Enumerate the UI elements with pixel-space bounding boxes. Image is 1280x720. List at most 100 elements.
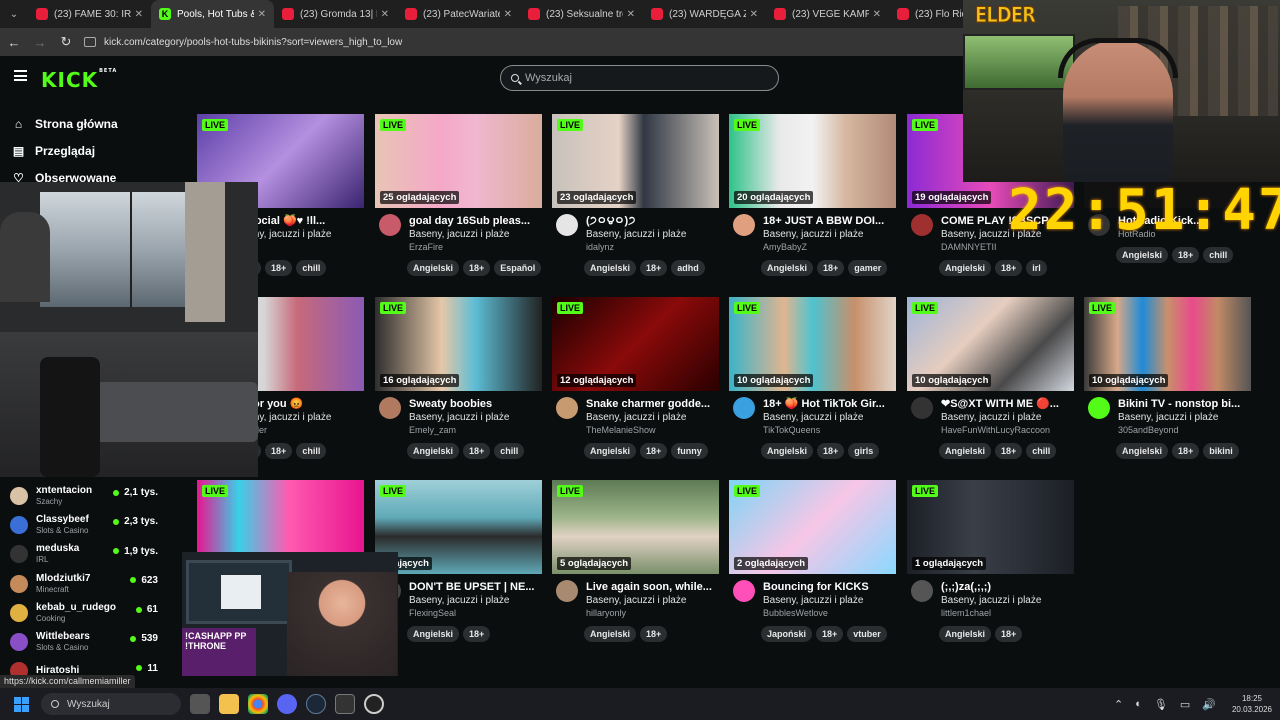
stream-thumbnail[interactable]: LIVE 12 oglądających xyxy=(552,297,719,391)
stream-title[interactable]: DON'T BE UPSET | NE... xyxy=(409,580,541,594)
stream-category[interactable]: Baseny, jacuzzi i plaże xyxy=(409,594,541,607)
channel-name[interactable]: FlexingSeal xyxy=(409,607,541,620)
stream-thumbnail[interactable]: LIVE 16 oglądających xyxy=(375,297,542,391)
channel-name[interactable]: HaveFunWithLucyRaccoon xyxy=(941,424,1073,437)
tag[interactable]: 18+ xyxy=(463,443,491,459)
avatar[interactable] xyxy=(733,580,755,602)
tab-close-icon[interactable]: ✕ xyxy=(750,9,758,20)
browser-tab[interactable]: K Pools, Hot Tubs & ✕ xyxy=(151,0,274,28)
tab-close-icon[interactable]: ✕ xyxy=(627,9,635,20)
stream-category[interactable]: Baseny, jacuzzi i plaże xyxy=(586,594,718,607)
app-icon[interactable] xyxy=(335,694,355,714)
taskbar-search[interactable]: Wyszukaj xyxy=(41,693,181,715)
tag[interactable]: 18+ xyxy=(995,626,1023,642)
stream-thumbnail[interactable]: LIVE 2 oglądających xyxy=(729,480,896,574)
tag[interactable]: Angielski xyxy=(1116,247,1169,263)
stream-thumbnail[interactable]: LIVE 10 oglądających xyxy=(729,297,896,391)
stream-title[interactable]: Sweaty boobies xyxy=(409,397,541,411)
stream-card[interactable]: LIVE 23 oglądających (੭ㅇ౪ㅇ)੭ Baseny, jacuzz… xyxy=(552,114,719,276)
stream-category[interactable]: Baseny, jacuzzi i plaże xyxy=(763,228,895,241)
stream-card[interactable]: LIVE 10 oglądających ❤S@XT WITH ME 🔴... Bas… xyxy=(907,297,1074,459)
tag[interactable]: 18+ xyxy=(816,626,844,642)
stream-title[interactable]: 18+ JUST A BBW DOI... xyxy=(763,214,895,228)
site-info-icon[interactable] xyxy=(84,37,96,47)
stream-card[interactable]: LIVE 20 oglądających 18+ JUST A BBW DOI...… xyxy=(729,114,896,276)
tag[interactable]: Japoński xyxy=(761,626,813,642)
stream-thumbnail[interactable]: LIVE 1 oglądających xyxy=(907,480,1074,574)
channel-name[interactable]: BubblesWetlove xyxy=(763,607,895,620)
tag[interactable]: 18+ xyxy=(1172,247,1200,263)
chrome-icon[interactable] xyxy=(248,694,268,714)
stream-title[interactable]: Bikini TV - nonstop bi... xyxy=(1118,397,1250,411)
stream-category[interactable]: Baseny, jacuzzi i plaże xyxy=(1118,411,1250,424)
avatar[interactable] xyxy=(379,397,401,419)
browser-tab[interactable]: (23) Gromda 13| Dom ✕ xyxy=(274,0,397,28)
avatar[interactable] xyxy=(556,214,578,236)
tag[interactable]: chill xyxy=(296,443,327,459)
search-box[interactable] xyxy=(500,65,779,91)
channel-name[interactable]: idalynz xyxy=(586,241,718,254)
tag[interactable]: 18+ xyxy=(265,260,293,276)
tag[interactable]: Español xyxy=(494,260,542,276)
followed-channel[interactable]: xntentacion Szachy 2,1 tys. xyxy=(10,481,178,510)
browser-tab[interactable]: (23) PatecWariatec - ✕ xyxy=(397,0,520,28)
tag[interactable]: 18+ xyxy=(640,260,668,276)
channel-name[interactable]: hillaryonly xyxy=(586,607,718,620)
stream-title[interactable]: (;,;)za(,;,;) xyxy=(941,580,1073,594)
tab-close-icon[interactable]: ✕ xyxy=(873,9,881,20)
stream-card[interactable]: LIVE 25 oglądających goal day 16Sub pleas.… xyxy=(375,114,542,276)
task-view-icon[interactable] xyxy=(190,694,210,714)
tag[interactable]: 18+ xyxy=(463,626,491,642)
stream-category[interactable]: Baseny, jacuzzi i plaże xyxy=(763,594,895,607)
tag[interactable]: Angielski xyxy=(584,626,637,642)
tag[interactable]: vtuber xyxy=(847,626,887,642)
followed-channel[interactable]: meduska IRL 1,9 tys. xyxy=(10,540,178,569)
microphone-icon[interactable]: 🎙 xyxy=(1154,698,1168,711)
channel-name[interactable]: TheMelanieShow xyxy=(586,424,718,437)
stream-card[interactable]: LIVE 16 oglądających Sweaty boobies Baseny,… xyxy=(375,297,542,459)
tag[interactable]: chill xyxy=(1203,247,1234,263)
tag[interactable]: 18+ xyxy=(463,260,491,276)
tag[interactable]: gamer xyxy=(848,260,888,276)
stream-category[interactable]: Baseny, jacuzzi i plaże xyxy=(409,411,541,424)
stream-title[interactable]: ❤S@XT WITH ME 🔴... xyxy=(941,397,1073,411)
stream-category[interactable]: Baseny, jacuzzi i plaże xyxy=(409,228,541,241)
forward-icon[interactable]: → xyxy=(28,35,52,50)
avatar[interactable] xyxy=(911,580,933,602)
avatar[interactable] xyxy=(1088,397,1110,419)
tab-close-icon[interactable]: ✕ xyxy=(258,9,266,20)
discord-icon[interactable] xyxy=(277,694,297,714)
stream-card[interactable]: LIVE 10 oglądających 18+ 🍑 Hot TikTok Gir.… xyxy=(729,297,896,459)
browser-tab[interactable]: (23) VEGE KAMPANIA ✕ xyxy=(766,0,889,28)
tag[interactable]: chill xyxy=(296,260,327,276)
reload-icon[interactable]: ↻ xyxy=(54,34,78,50)
stream-thumbnail[interactable]: LIVE 10 oglądających xyxy=(1084,297,1251,391)
avatar[interactable] xyxy=(911,214,933,236)
stream-thumbnail[interactable]: LIVE 10 oglądających xyxy=(907,297,1074,391)
windows-start-icon[interactable] xyxy=(14,696,29,712)
back-icon[interactable]: ← xyxy=(2,35,26,50)
tag[interactable]: girls xyxy=(848,443,880,459)
tag[interactable]: 18+ xyxy=(640,626,668,642)
stream-card[interactable]: LIVE 1 oglądających (;,;)za(,;,;) Baseny, j… xyxy=(907,480,1074,642)
tag[interactable]: funny xyxy=(671,443,708,459)
tag[interactable]: bikini xyxy=(1203,443,1239,459)
stream-category[interactable]: Baseny, jacuzzi i plaże xyxy=(586,411,718,424)
channel-name[interactable]: TikTokQueens xyxy=(763,424,895,437)
stream-title[interactable]: (੭ㅇ౪ㅇ)੭ xyxy=(586,214,718,228)
stream-thumbnail[interactable]: LIVE 23 oglądających xyxy=(552,114,719,208)
stream-thumbnail[interactable]: LIVE 5 oglądających xyxy=(552,480,719,574)
followed-channel[interactable]: kebab_u_rudego Cooking 61 xyxy=(10,598,178,627)
channel-name[interactable]: Emely_zam xyxy=(409,424,541,437)
tag[interactable]: Angielski xyxy=(939,443,992,459)
network-icon[interactable]: ▭ xyxy=(1180,698,1190,711)
tag[interactable]: 18+ xyxy=(817,260,845,276)
tag[interactable]: irl xyxy=(1026,260,1047,276)
avatar[interactable] xyxy=(911,397,933,419)
tag[interactable]: 18+ xyxy=(1172,443,1200,459)
taskbar-clock[interactable]: 18:25 20.03.2026 xyxy=(1232,693,1272,715)
search-input[interactable] xyxy=(525,72,755,84)
sidebar-item[interactable]: ⌂ Strona główna xyxy=(12,110,118,137)
stream-card[interactable]: LIVE 5 oglądających Live again soon, while… xyxy=(552,480,719,642)
tab-close-icon[interactable]: ✕ xyxy=(381,9,389,20)
